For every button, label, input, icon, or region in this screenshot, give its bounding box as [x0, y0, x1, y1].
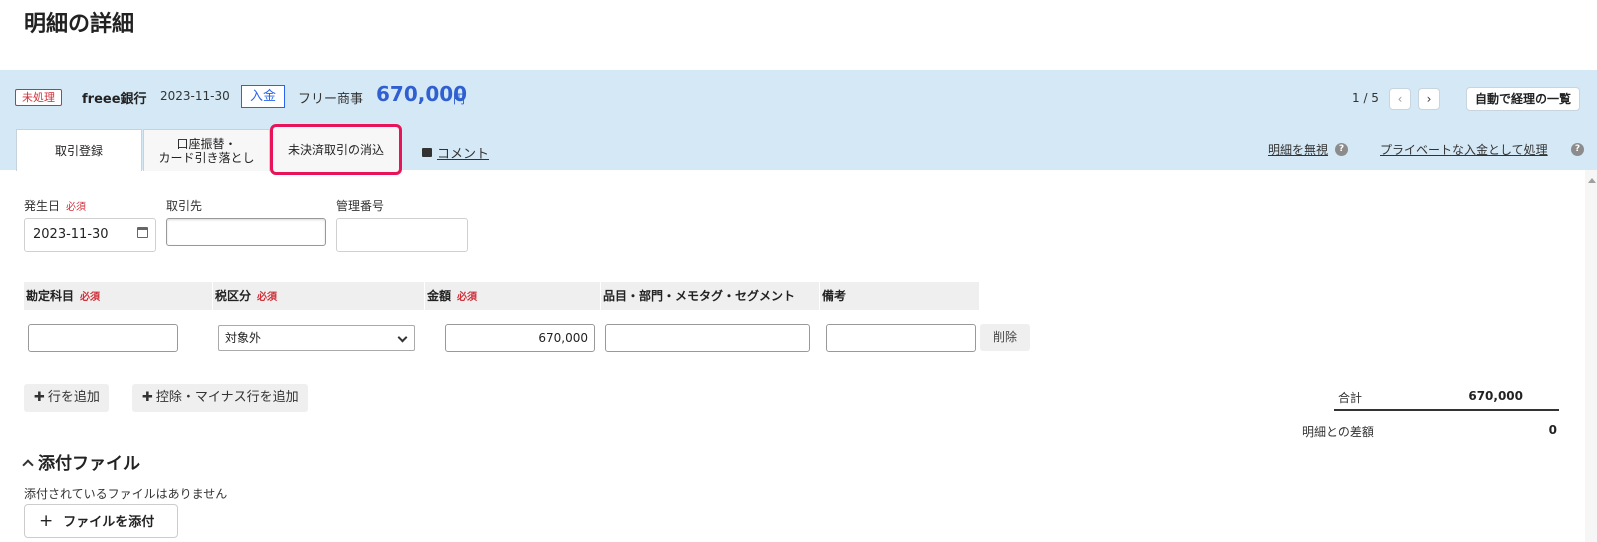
column-header-account: 勘定科目 必須: [24, 282, 212, 310]
attachments-empty-text: 添付されているファイルはありません: [24, 487, 228, 501]
column-header-amount: 金額 必須: [425, 282, 600, 310]
plus-icon: ✚: [34, 390, 45, 405]
attachments-title: 添付ファイル: [38, 454, 140, 474]
total-divider: [1334, 409, 1559, 411]
tab-register[interactable]: 取引登録: [16, 129, 142, 171]
total-label: 合計: [1338, 391, 1363, 405]
private-deposit-link[interactable]: プライベートな入金として処理: [1380, 141, 1548, 158]
attach-file-label: ファイルを添付: [63, 515, 155, 530]
tags-input[interactable]: [605, 324, 810, 352]
next-statement-button[interactable]: ›: [1418, 88, 1440, 110]
required-mark: 必須: [457, 292, 478, 303]
add-row-button[interactable]: ✚ 行を追加: [24, 384, 109, 412]
delete-row-button[interactable]: 削除: [980, 324, 1030, 351]
column-header-tags: 品目・部門・メモタグ・セグメント: [601, 282, 819, 310]
tab-transfer-line2: カード引き落とし: [158, 150, 255, 165]
calendar-icon[interactable]: [137, 227, 148, 238]
plus-icon: ✚: [142, 390, 153, 405]
ref-number-label: 管理番号: [336, 199, 385, 213]
total-value: 670,000: [1468, 389, 1523, 403]
scroll-up-icon[interactable]: [1588, 178, 1596, 183]
tab-register-label: 取引登録: [54, 143, 103, 158]
tab-settle[interactable]: 未決済取引の消込: [270, 124, 402, 175]
issue-date-label: 発生日 必須: [24, 199, 87, 213]
help-icon[interactable]: ?: [1571, 143, 1584, 156]
required-mark: 必須: [80, 292, 101, 303]
bank-name: freee銀行: [82, 92, 147, 107]
statement-partner: フリー商事: [298, 92, 364, 107]
auto-list-button[interactable]: 自動で経理の一覧: [1466, 87, 1581, 111]
difference-label: 明細との差額: [1302, 425, 1374, 439]
add-minus-row-button[interactable]: ✚ 控除・マイナス行を追加: [132, 384, 308, 412]
tab-transfer-label: 口座振替・ カード引き落とし: [158, 137, 254, 165]
partner-label: 取引先: [166, 199, 203, 213]
comment-link[interactable]: コメント: [422, 143, 489, 162]
tab-settle-label: 未決済取引の消込: [287, 142, 384, 157]
account-input[interactable]: [28, 324, 178, 352]
page-scrollbar[interactable]: [1585, 170, 1597, 542]
comment-label: コメント: [437, 147, 490, 162]
plus-icon: +: [39, 511, 54, 531]
currency-unit: 円: [453, 92, 466, 106]
direction-badge: 入金: [241, 85, 286, 108]
partner-input[interactable]: [166, 218, 326, 246]
prev-statement-button[interactable]: ‹: [1389, 88, 1411, 110]
pager-position: 1 / 5: [1352, 91, 1379, 105]
column-header-note: 備考: [820, 282, 979, 310]
statement-date: 2023-11-30: [160, 89, 230, 103]
attachments-toggle[interactable]: 添付ファイル: [22, 449, 140, 474]
page-title: 明細の詳細: [24, 12, 135, 37]
add-row-label: 行を追加: [47, 390, 100, 405]
tab-transfer-line1: 口座振替・: [176, 136, 237, 151]
note-input[interactable]: [826, 324, 976, 352]
add-minus-row-label: 控除・マイナス行を追加: [155, 390, 299, 405]
ref-number-input[interactable]: [336, 218, 468, 252]
attach-file-button[interactable]: + ファイルを添付: [24, 504, 178, 538]
comment-icon: [422, 148, 432, 157]
tab-transfer[interactable]: 口座振替・ カード引き落とし: [143, 129, 270, 171]
difference-value: 0: [1548, 423, 1557, 437]
tax-select[interactable]: 対象外: [218, 325, 415, 351]
ignore-statement-link[interactable]: 明細を無視: [1268, 141, 1328, 158]
chevron-up-icon: [22, 459, 34, 471]
required-mark: 必須: [66, 202, 87, 213]
status-badge: 未処理: [15, 89, 62, 106]
column-header-tax: 税区分 必須: [213, 282, 424, 310]
required-mark: 必須: [257, 292, 278, 303]
help-icon[interactable]: ?: [1335, 143, 1348, 156]
amount-input[interactable]: 670,000: [445, 324, 595, 352]
